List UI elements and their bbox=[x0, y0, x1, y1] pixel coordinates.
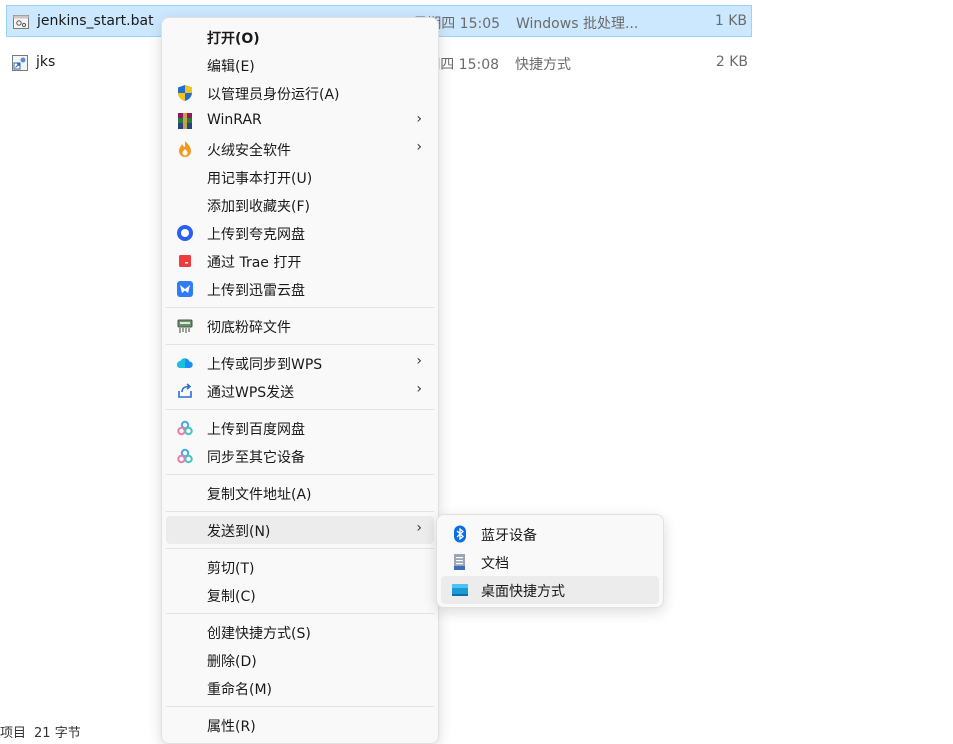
baidu-netdisk-icon bbox=[177, 448, 193, 464]
menu-item-create-shortcut[interactable]: 创建快捷方式(S) bbox=[166, 618, 434, 646]
menu-item-label: 重命名(M) bbox=[207, 682, 273, 698]
menu-item-open-with-notepad[interactable]: 用记事本打开(U) bbox=[166, 163, 434, 191]
menu-item-label: 上传到夸克网盘 bbox=[207, 227, 305, 243]
desktop-icon bbox=[452, 584, 468, 596]
menu-item-edit[interactable]: 编辑(E) bbox=[166, 51, 434, 79]
huorong-icon bbox=[179, 141, 191, 157]
status-selection-size: 21 字节 bbox=[34, 726, 81, 741]
menu-item-open[interactable]: 打开(O) bbox=[166, 23, 434, 51]
context-menu: 打开(O) 编辑(E) 以管理员身份运行(A) WinRAR › 火绒安全软件 … bbox=[161, 17, 439, 744]
menu-item-label: 添加到收藏夹(F) bbox=[207, 199, 310, 215]
bluetooth-icon bbox=[454, 525, 466, 543]
submenu-item-label: 桌面快捷方式 bbox=[481, 584, 565, 600]
uac-shield-icon bbox=[178, 85, 192, 101]
wps-cloud-icon bbox=[177, 358, 193, 368]
bat-file-icon bbox=[13, 15, 29, 29]
menu-item-label: 删除(D) bbox=[207, 654, 257, 670]
file-name: jks bbox=[36, 54, 56, 70]
menu-item-label: 创建快捷方式(S) bbox=[207, 626, 311, 642]
menu-item-winrar[interactable]: WinRAR › bbox=[166, 107, 434, 135]
menu-item-label: 发送到(N) bbox=[207, 524, 271, 540]
menu-item-shred-file[interactable]: 彻底粉碎文件 bbox=[166, 312, 434, 340]
menu-item-upload-baidu[interactable]: 上传到百度网盘 bbox=[166, 414, 434, 442]
chevron-right-icon: › bbox=[416, 353, 422, 369]
submenu-item-documents[interactable]: 文档 bbox=[441, 548, 659, 576]
menu-separator bbox=[166, 548, 434, 549]
file-type: 快捷方式 bbox=[515, 57, 571, 73]
baidu-netdisk-icon bbox=[177, 420, 193, 436]
file-size: 1 KB bbox=[714, 13, 747, 29]
share-icon bbox=[178, 383, 192, 398]
submenu-item-bluetooth[interactable]: 蓝牙设备 bbox=[441, 520, 659, 548]
chevron-right-icon: › bbox=[416, 139, 422, 155]
submenu-item-label: 蓝牙设备 bbox=[481, 528, 537, 544]
explorer-window: jenkins_start.bat 2025/2/11 星期四 15:05 Wi… bbox=[0, 0, 953, 744]
menu-separator bbox=[166, 511, 434, 512]
menu-item-cut[interactable]: 剪切(T) bbox=[166, 553, 434, 581]
menu-separator bbox=[166, 474, 434, 475]
menu-item-label: 同步至其它设备 bbox=[207, 450, 305, 466]
menu-item-rename[interactable]: 重命名(M) bbox=[166, 674, 434, 702]
menu-item-run-as-admin[interactable]: 以管理员身份运行(A) bbox=[166, 79, 434, 107]
menu-item-label: 上传到迅雷云盘 bbox=[207, 283, 305, 299]
xunlei-icon bbox=[177, 281, 193, 297]
shredder-icon bbox=[177, 319, 193, 333]
menu-item-label: 彻底粉碎文件 bbox=[207, 320, 291, 336]
menu-item-send-to[interactable]: 发送到(N) › bbox=[166, 516, 434, 544]
chevron-right-icon: › bbox=[416, 520, 422, 536]
menu-item-label: 火绒安全软件 bbox=[207, 143, 291, 159]
menu-item-delete[interactable]: 删除(D) bbox=[166, 646, 434, 674]
chevron-right-icon: › bbox=[416, 111, 422, 127]
menu-item-upload-quark[interactable]: 上传到夸克网盘 bbox=[166, 219, 434, 247]
menu-item-copy-path[interactable]: 复制文件地址(A) bbox=[166, 479, 434, 507]
shortcut-file-icon bbox=[12, 55, 28, 71]
file-name: jenkins_start.bat bbox=[37, 13, 154, 29]
menu-separator bbox=[166, 344, 434, 345]
menu-separator bbox=[166, 409, 434, 410]
menu-item-label: 用记事本打开(U) bbox=[207, 171, 313, 187]
winrar-icon bbox=[178, 113, 192, 129]
menu-item-label: 属性(R) bbox=[207, 719, 256, 735]
status-bar: 项目 21 字节 bbox=[0, 722, 89, 741]
menu-separator bbox=[166, 613, 434, 614]
menu-item-label: 剪切(T) bbox=[207, 561, 255, 577]
menu-item-add-to-favorites[interactable]: 添加到收藏夹(F) bbox=[166, 191, 434, 219]
menu-item-open-with-trae[interactable]: 通过 Trae 打开 bbox=[166, 247, 434, 275]
menu-item-copy[interactable]: 复制(C) bbox=[166, 581, 434, 609]
menu-item-label: 通过WPS发送 bbox=[207, 385, 295, 401]
menu-item-label: 通过 Trae 打开 bbox=[207, 255, 302, 271]
menu-item-label: 复制文件地址(A) bbox=[207, 487, 312, 503]
menu-item-label: 复制(C) bbox=[207, 589, 256, 605]
menu-item-huorong[interactable]: 火绒安全软件 › bbox=[166, 135, 434, 163]
trae-icon bbox=[179, 255, 191, 267]
menu-item-label: 上传到百度网盘 bbox=[207, 422, 305, 438]
document-icon bbox=[454, 554, 465, 570]
menu-item-wps-sync[interactable]: 上传或同步到WPS › bbox=[166, 349, 434, 377]
status-item-count: 项目 bbox=[0, 726, 27, 741]
chevron-right-icon: › bbox=[416, 381, 422, 397]
quark-icon bbox=[177, 225, 193, 241]
menu-item-wps-send[interactable]: 通过WPS发送 › bbox=[166, 377, 434, 405]
menu-item-label: 以管理员身份运行(A) bbox=[207, 87, 340, 103]
menu-item-label: 上传或同步到WPS bbox=[207, 357, 323, 373]
menu-item-label: 打开(O) bbox=[207, 31, 260, 47]
menu-item-properties[interactable]: 属性(R) bbox=[166, 711, 434, 739]
menu-separator bbox=[166, 706, 434, 707]
menu-item-label: 编辑(E) bbox=[207, 59, 255, 75]
menu-separator bbox=[166, 307, 434, 308]
file-size: 2 KB bbox=[715, 54, 748, 70]
menu-item-upload-xunlei[interactable]: 上传到迅雷云盘 bbox=[166, 275, 434, 303]
send-to-submenu: 蓝牙设备 文档 桌面快捷方式 bbox=[436, 514, 664, 608]
file-type: Windows 批处理... bbox=[516, 16, 639, 32]
menu-item-sync-devices[interactable]: 同步至其它设备 bbox=[166, 442, 434, 470]
menu-item-label: WinRAR bbox=[207, 112, 262, 128]
submenu-item-label: 文档 bbox=[481, 556, 509, 572]
submenu-item-desktop-shortcut[interactable]: 桌面快捷方式 bbox=[441, 576, 659, 604]
